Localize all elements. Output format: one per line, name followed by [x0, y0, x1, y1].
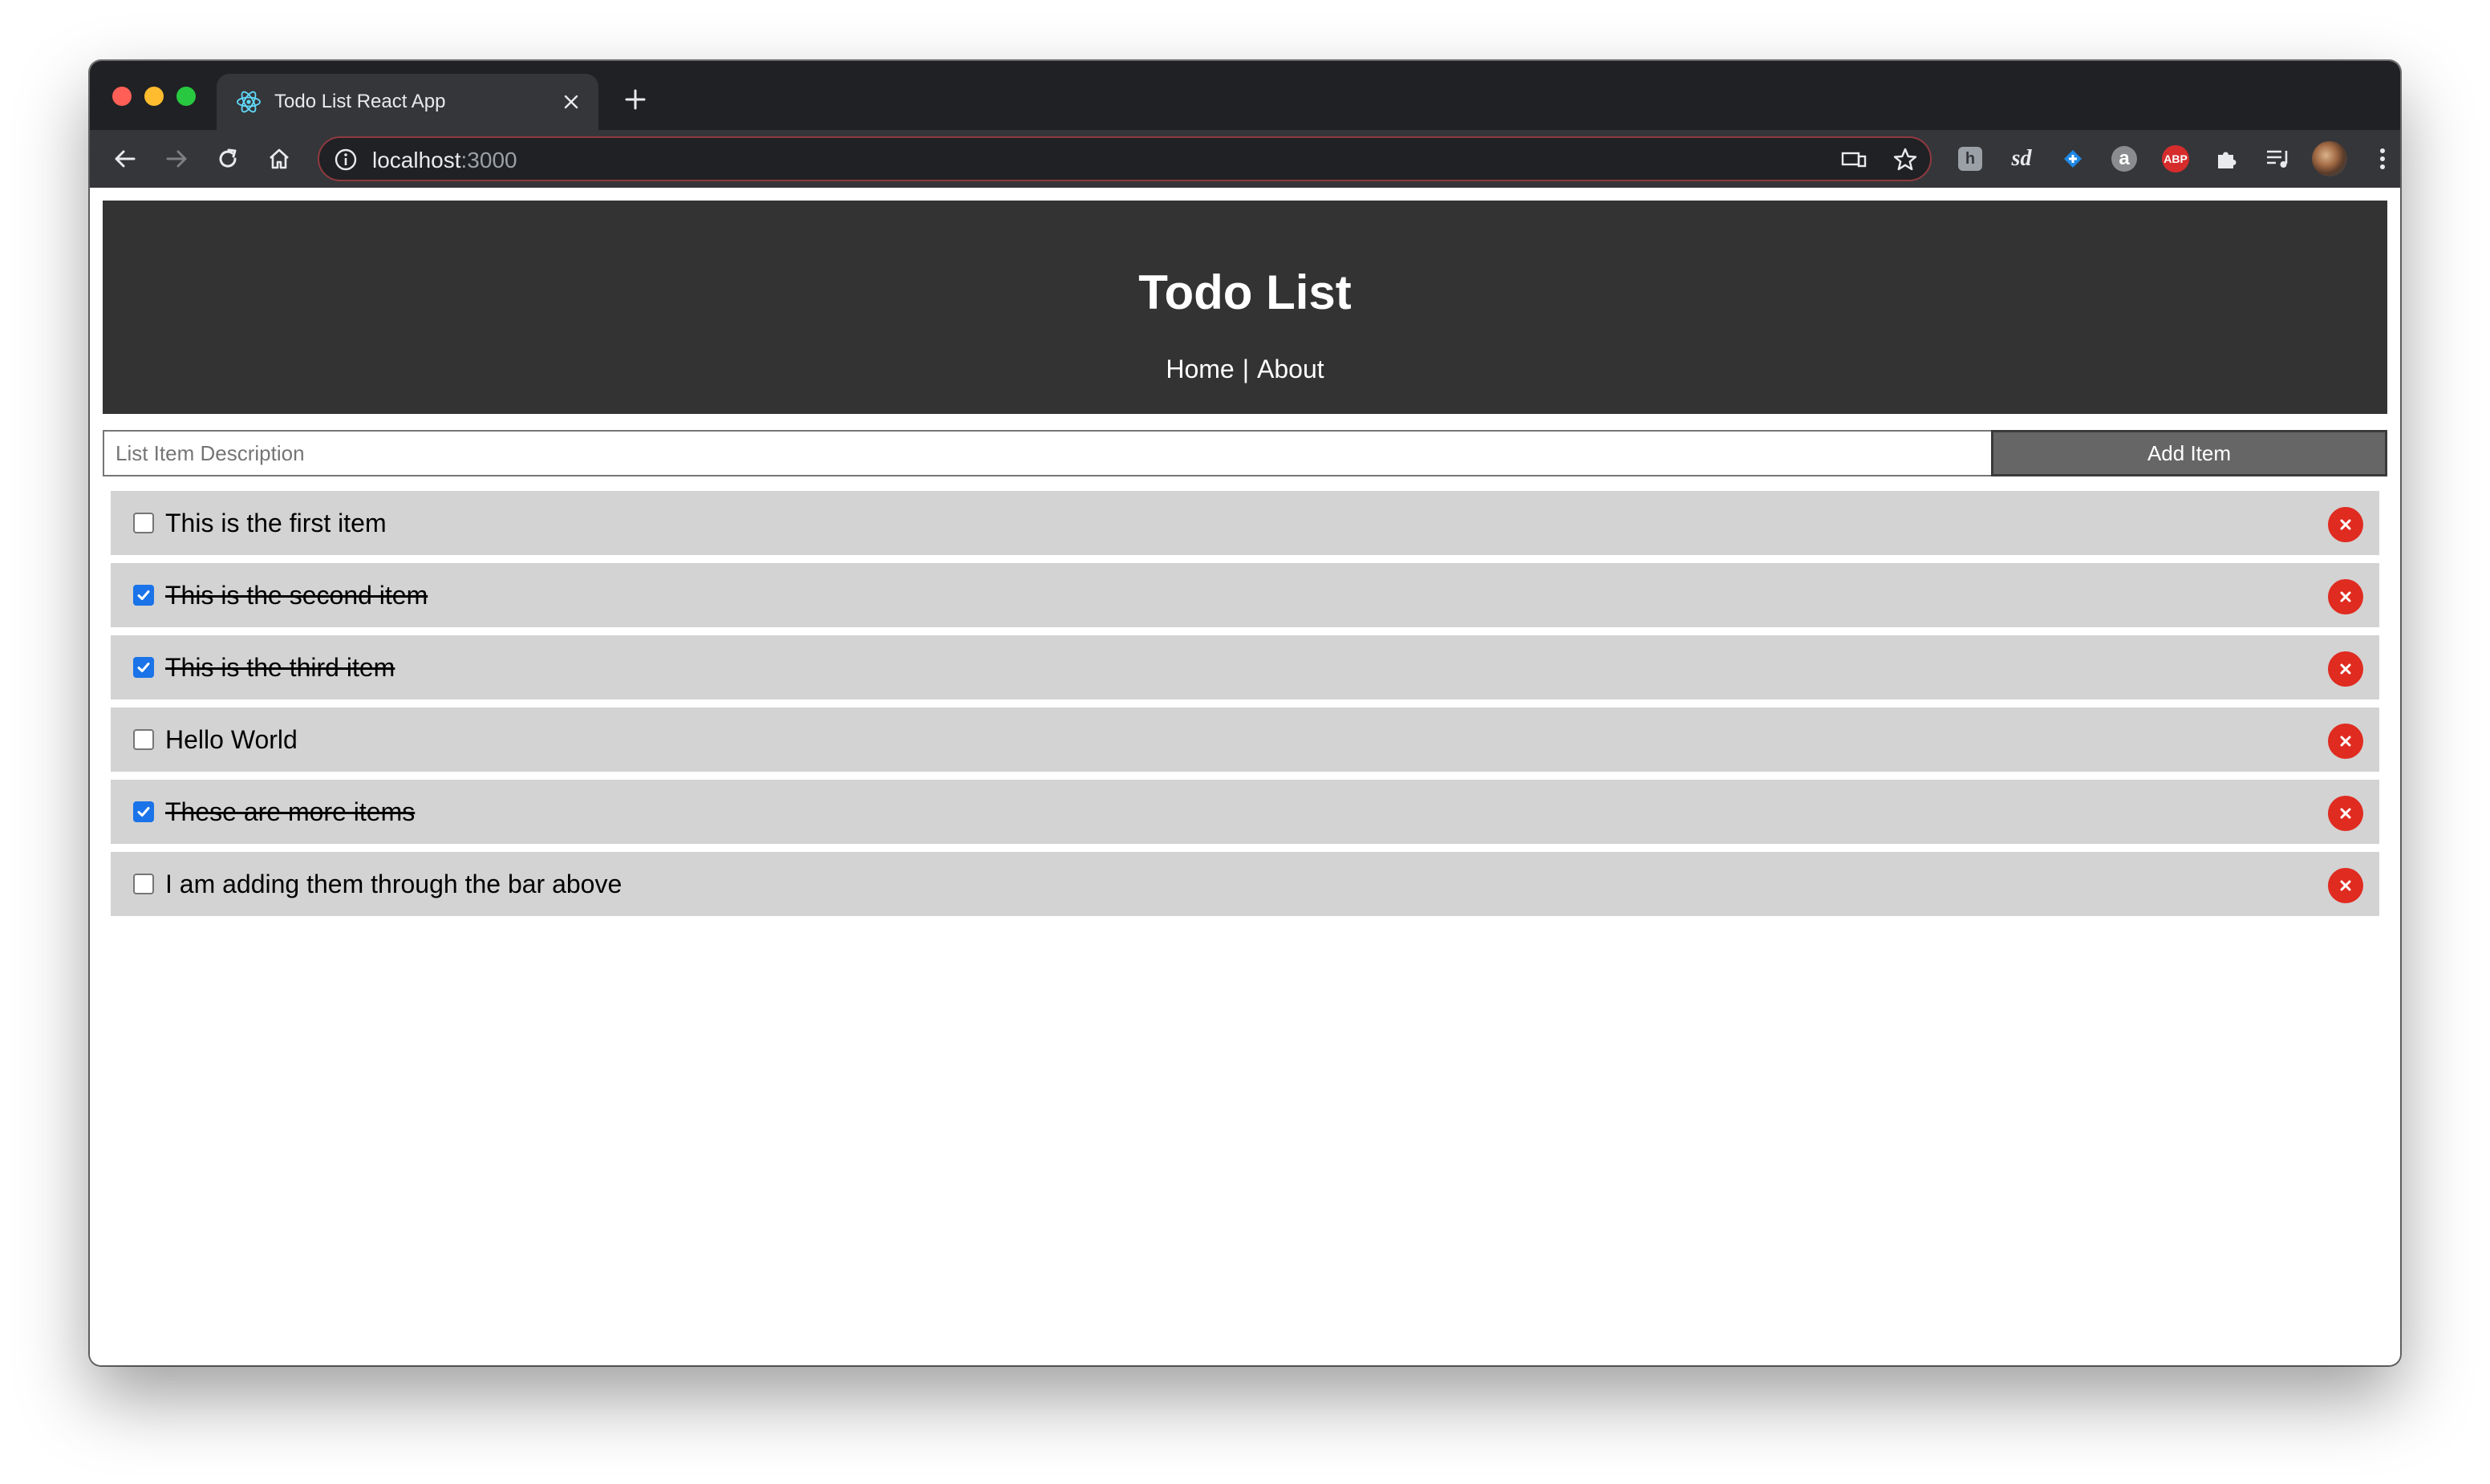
- todo-item: This is the first item: [111, 491, 2379, 555]
- home-button[interactable]: [260, 140, 298, 178]
- delete-item-button[interactable]: [2328, 507, 2363, 542]
- todo-item-text: These are more items: [165, 797, 416, 826]
- arrow-right-icon: [166, 150, 187, 168]
- todo-item-text: I am adding them through the bar above: [165, 870, 622, 898]
- close-icon: [2340, 808, 2351, 819]
- close-icon: [2340, 591, 2351, 602]
- url-text[interactable]: localhost:3000: [372, 148, 517, 173]
- add-item-button[interactable]: Add Item: [1991, 430, 2387, 476]
- nav-link-home[interactable]: Home: [1166, 355, 1234, 383]
- arrow-left-icon: [115, 150, 136, 168]
- reload-icon: [219, 148, 237, 168]
- profile-avatar[interactable]: [2312, 141, 2347, 176]
- reload-button[interactable]: [209, 140, 247, 178]
- todo-item: Hello World: [111, 708, 2379, 772]
- page-viewport: Todo List Home |About Add Item This is th…: [90, 188, 2400, 1365]
- tab-strip: Todo List React App: [90, 61, 2400, 130]
- todo-item: These are more items: [111, 780, 2379, 844]
- todo-item: This is the third item: [111, 635, 2379, 699]
- extension-dropbox-icon[interactable]: [2058, 144, 2087, 173]
- url-host: localhost: [372, 148, 461, 172]
- back-button[interactable]: [106, 140, 144, 178]
- app-header: Todo List Home | About: [103, 201, 2387, 414]
- extension-adblock-icon[interactable]: ABP: [2161, 144, 2190, 173]
- close-window-button[interactable]: [112, 87, 132, 106]
- close-icon: [2340, 663, 2351, 675]
- browser-window: Todo List React App localhost:3000 h sd …: [90, 61, 2400, 1365]
- close-icon: [2340, 519, 2351, 530]
- extensions-puzzle-icon[interactable]: [2212, 144, 2241, 173]
- nav-link-about[interactable]: About: [1257, 355, 1324, 383]
- react-icon: [234, 87, 263, 116]
- more-menu-icon[interactable]: [2368, 144, 2397, 173]
- todo-item: I am adding them through the bar above: [111, 852, 2379, 916]
- delete-item-button[interactable]: [2328, 796, 2363, 831]
- zoom-window-button[interactable]: [176, 87, 196, 106]
- delete-item-button[interactable]: [2328, 724, 2363, 759]
- bookmark-star-icon[interactable]: [1892, 146, 1919, 173]
- extension-honey-icon[interactable]: h: [1956, 144, 1985, 173]
- forward-button[interactable]: [157, 140, 196, 178]
- todo-checkbox[interactable]: [133, 513, 154, 533]
- todo-checkbox[interactable]: [133, 801, 154, 822]
- nav-separator: |: [1242, 355, 1250, 383]
- todo-item-text: This is the second item: [165, 581, 428, 610]
- item-description-input[interactable]: [103, 430, 1991, 476]
- todo-checkbox[interactable]: [133, 874, 154, 894]
- home-icon: [270, 148, 289, 169]
- tab-close-icon[interactable]: [558, 89, 584, 115]
- media-queue-icon[interactable]: [2264, 144, 2293, 173]
- delete-item-button[interactable]: [2328, 868, 2363, 903]
- app-nav: Home | About: [103, 355, 2387, 384]
- todo-item-text: Hello World: [165, 725, 298, 754]
- delete-item-button[interactable]: [2328, 579, 2363, 614]
- add-item-form: Add Item: [103, 430, 2387, 476]
- tab-title: Todo List React App: [274, 91, 446, 112]
- info-icon[interactable]: [334, 148, 358, 172]
- delete-item-button[interactable]: [2328, 651, 2363, 687]
- todo-list: This is the first item This is the second…: [111, 491, 2379, 924]
- cast-icon[interactable]: [1840, 146, 1868, 173]
- todo-checkbox[interactable]: [133, 657, 154, 678]
- todo-item: This is the second item: [111, 563, 2379, 627]
- todo-item-text: This is the first item: [165, 509, 387, 537]
- screenshot-stage: Todo List React App localhost:3000 h sd …: [0, 0, 2490, 1484]
- todo-item-text: This is the third item: [165, 653, 395, 682]
- todo-checkbox[interactable]: [133, 729, 154, 750]
- close-icon: [2340, 736, 2351, 747]
- address-bar[interactable]: localhost:3000: [318, 136, 1932, 181]
- browser-tab-active[interactable]: Todo List React App: [217, 74, 598, 130]
- page-title: Todo List: [1138, 266, 1352, 319]
- browser-toolbar: localhost:3000 h sd a ABP: [90, 130, 2400, 188]
- todo-checkbox[interactable]: [133, 585, 154, 606]
- extension-amazon-icon[interactable]: a: [2110, 144, 2139, 173]
- extension-sd-icon[interactable]: sd: [2007, 144, 2036, 173]
- url-port: :3000: [460, 148, 517, 172]
- minimize-window-button[interactable]: [144, 87, 164, 106]
- new-tab-button[interactable]: [619, 83, 651, 116]
- close-icon: [2340, 880, 2351, 891]
